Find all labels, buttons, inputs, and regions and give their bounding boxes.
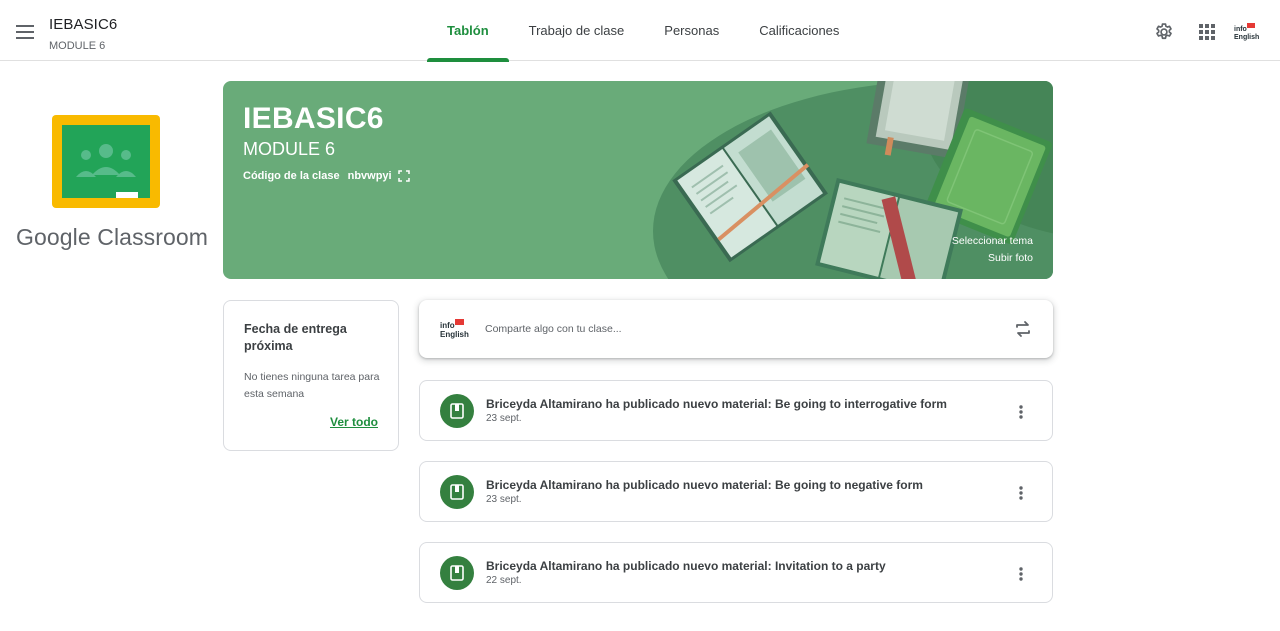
svg-text:English: English — [440, 330, 469, 339]
stream-post[interactable]: Briceyda Altamirano ha publicado nuevo m… — [419, 380, 1053, 441]
class-tabs: Tablón Trabajo de clase Personas Calific… — [427, 0, 859, 62]
share-placeholder[interactable]: Comparte algo con tu clase... — [485, 323, 622, 335]
share-box[interactable]: info English Comparte algo con tu clase.… — [419, 300, 1053, 358]
repost-icon[interactable] — [1013, 319, 1033, 339]
upcoming-card: Fecha de entrega próxima No tienes ningu… — [223, 300, 399, 451]
banner-class-section: MODULE 6 — [243, 139, 336, 159]
select-theme-link[interactable]: Seleccionar tema — [952, 235, 1033, 247]
tab-people[interactable]: Personas — [644, 0, 739, 61]
post-options-button[interactable] — [1010, 563, 1032, 585]
view-all-link[interactable]: Ver todo — [330, 415, 378, 429]
svg-text:info: info — [440, 321, 455, 330]
account-avatar-logo[interactable]: info English — [1233, 23, 1263, 41]
product-name: Google Classroom — [16, 224, 209, 250]
fullscreen-icon[interactable] — [397, 170, 410, 182]
more-vert-icon — [1019, 567, 1023, 581]
banner-class-name: IEBASIC6 — [243, 102, 384, 135]
google-classroom-logo — [52, 115, 160, 208]
material-avatar — [440, 475, 474, 509]
more-vert-icon — [1019, 486, 1023, 500]
class-banner: IEBASIC6 MODULE 6 Código de la clase nbv… — [223, 81, 1053, 279]
upload-photo-link[interactable]: Subir foto — [988, 252, 1033, 264]
menu-icon — [16, 25, 34, 39]
svg-text:info: info — [1234, 26, 1247, 33]
class-name: IEBASIC6 — [49, 16, 118, 33]
material-avatar — [440, 556, 474, 590]
post-options-button[interactable] — [1010, 482, 1032, 504]
post-date: 22 sept. — [486, 575, 522, 586]
more-vert-icon — [1019, 405, 1023, 419]
stream-post[interactable]: Briceyda Altamirano ha publicado nuevo m… — [419, 542, 1053, 603]
upcoming-title: Fecha de entrega próxima — [244, 322, 347, 353]
user-avatar-logo: info English — [440, 319, 469, 339]
settings-button[interactable] — [1152, 20, 1176, 44]
post-title: Briceyda Altamirano ha publicado nuevo m… — [486, 478, 923, 492]
class-code-value: nbvwpyi — [347, 170, 392, 182]
book-icon — [450, 403, 464, 419]
book-icon — [450, 565, 464, 581]
post-options-button[interactable] — [1010, 401, 1032, 423]
material-avatar — [440, 394, 474, 428]
post-date: 23 sept. — [486, 413, 522, 424]
top-app-bar: IEBASIC6 MODULE 6 Tablón Trabajo de clas… — [0, 0, 1280, 62]
post-title: Briceyda Altamirano ha publicado nuevo m… — [486, 397, 947, 411]
gear-icon — [1156, 23, 1172, 40]
tab-stream[interactable]: Tablón — [427, 0, 509, 62]
google-apps-button[interactable] — [1195, 20, 1219, 44]
class-title-link[interactable]: IEBASIC6 MODULE 6 — [49, 16, 117, 54]
stream-post[interactable]: Briceyda Altamirano ha publicado nuevo m… — [419, 461, 1053, 522]
post-title: Briceyda Altamirano ha publicado nuevo m… — [486, 559, 886, 573]
tab-classwork[interactable]: Trabajo de clase — [509, 0, 645, 61]
book-icon — [450, 484, 464, 500]
class-section: MODULE 6 — [49, 40, 106, 52]
tab-grades[interactable]: Calificaciones — [739, 0, 859, 61]
svg-text:English: English — [1234, 34, 1259, 41]
class-code-row: Código de la clase nbvwpyi — [243, 170, 410, 182]
class-code-label: Código de la clase — [243, 170, 340, 182]
apps-grid-icon — [1199, 24, 1215, 40]
upcoming-empty-text: No tienes ninguna tarea para esta semana — [244, 371, 380, 400]
post-date: 23 sept. — [486, 494, 522, 505]
main-menu-button[interactable] — [10, 17, 40, 47]
